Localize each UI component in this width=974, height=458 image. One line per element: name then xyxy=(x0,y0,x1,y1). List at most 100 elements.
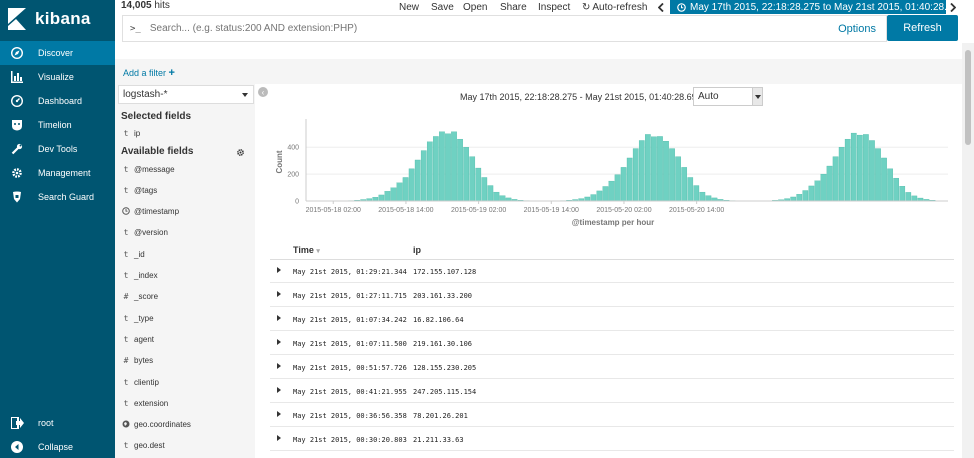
sidebar-item-collapse[interactable]: Collapse xyxy=(0,435,115,458)
expand-row-icon[interactable] xyxy=(277,339,281,345)
open-button[interactable]: Open xyxy=(463,0,487,14)
expand-row-icon[interactable] xyxy=(277,411,281,417)
field-item[interactable]: t @message xyxy=(115,159,255,179)
field-name: geo.coordinates xyxy=(134,420,191,430)
histogram-chart: 0 200 400 2015-05-18 02:00 2015-05-18 14:00 2… xyxy=(275,119,948,227)
field-type-icon: t xyxy=(123,313,129,323)
field-name: @message xyxy=(134,164,175,174)
field-item[interactable]: t _index xyxy=(115,266,255,286)
field-item[interactable]: @timestamp xyxy=(115,202,255,222)
query-box: >_ Options xyxy=(122,15,887,42)
table-row[interactable]: May 21st 2015, 00:41:21.955 247.205.115.1… xyxy=(270,379,954,403)
table-header: Time ▾ ip xyxy=(270,240,954,260)
expand-row-icon[interactable] xyxy=(277,291,281,297)
field-item[interactable]: t extension xyxy=(115,393,255,413)
expand-row-icon[interactable] xyxy=(277,387,281,393)
field-item[interactable]: t @tags xyxy=(115,180,255,200)
field-settings-button[interactable] xyxy=(236,148,245,159)
sidebar-item-dashboard[interactable]: Dashboard xyxy=(0,89,115,113)
table-row[interactable]: May 21st 2015, 00:30:20.803 21.211.33.63 xyxy=(270,427,954,451)
x-axis-label: @timestamp per hour xyxy=(572,218,654,227)
histogram-bar xyxy=(402,177,409,202)
cell-ip: 16.82.106.64 xyxy=(413,316,464,324)
table-row[interactable]: May 21st 2015, 01:29:21.344 172.155.107.1… xyxy=(270,259,954,283)
new-button[interactable]: New xyxy=(399,0,419,14)
expand-row-icon[interactable] xyxy=(277,363,281,369)
field-item[interactable]: t _type xyxy=(115,308,255,328)
field-item[interactable]: geo.coordinates xyxy=(115,415,255,435)
expand-row-icon[interactable] xyxy=(277,315,281,321)
inspect-button[interactable]: Inspect xyxy=(538,0,570,14)
y-axis-label: Count xyxy=(275,150,284,173)
expand-row-icon[interactable] xyxy=(277,435,281,441)
globe-icon xyxy=(121,420,131,430)
scrollbar-thumb[interactable] xyxy=(965,50,971,145)
sidebar-item-search-guard[interactable]: Search Guard xyxy=(0,185,115,209)
column-header-time[interactable]: Time ▾ xyxy=(293,245,320,255)
field-item[interactable]: # bytes xyxy=(115,351,255,371)
app-name: kibana xyxy=(35,9,91,28)
histogram-bar xyxy=(608,180,615,202)
field-type-icon: t xyxy=(123,441,129,451)
field-item[interactable]: t ip xyxy=(115,123,255,143)
histogram-bar xyxy=(802,190,809,202)
share-button[interactable]: Share xyxy=(500,0,527,14)
field-item[interactable]: t clientip xyxy=(115,372,255,392)
table-row[interactable]: May 21st 2015, 01:27:11.715 203.161.33.20… xyxy=(270,283,954,307)
field-item[interactable]: t geo.dest xyxy=(115,436,255,456)
histogram-bar xyxy=(584,196,591,202)
histogram-bar xyxy=(475,167,482,202)
histogram-bar xyxy=(426,141,433,202)
sidebar-item-timelion[interactable]: Timelion xyxy=(0,113,115,137)
sidebar-item-dev-tools[interactable]: Dev Tools xyxy=(0,137,115,161)
interval-select[interactable]: Auto xyxy=(693,87,763,106)
histogram-bar xyxy=(850,132,857,202)
time-back-button[interactable] xyxy=(654,0,668,14)
search-input[interactable] xyxy=(149,23,700,34)
field-item[interactable]: t @version xyxy=(115,223,255,243)
field-item[interactable]: t agent xyxy=(115,329,255,349)
sidebar-item-user[interactable]: root xyxy=(0,411,115,435)
time-picker-button[interactable]: May 17th 2015, 22:18:28.275 to May 21st … xyxy=(670,0,946,14)
column-header-ip[interactable]: ip xyxy=(413,245,421,255)
field-item[interactable]: t _id xyxy=(115,244,255,264)
table-row[interactable]: May 21st 2015, 00:51:57.726 128.155.230.2… xyxy=(270,355,954,379)
auto-refresh-button[interactable]: ↻ Auto-refresh xyxy=(582,0,647,14)
field-name: ip xyxy=(134,128,141,138)
field-name: @timestamp xyxy=(134,207,180,217)
field-item[interactable]: # _score xyxy=(115,287,255,307)
cell-ip: 203.161.33.200 xyxy=(413,292,473,300)
x-tick-label: 2015-05-20 02:00 xyxy=(596,207,651,214)
cell-ip: 128.155.230.205 xyxy=(413,364,477,372)
cell-time: May 21st 2015, 01:27:11.715 xyxy=(293,292,407,300)
sidebar-item-discover[interactable]: Discover xyxy=(0,41,115,65)
histogram-bar xyxy=(420,150,427,202)
scrollbar[interactable] xyxy=(962,43,974,458)
sidebar-item-management[interactable]: Management xyxy=(0,161,115,185)
index-pattern-select[interactable]: logstash-* xyxy=(118,85,254,104)
kibana-logo[interactable]: kibana xyxy=(0,0,115,38)
histogram-bar xyxy=(493,191,500,202)
collapse-sidebar-button[interactable]: ‹ xyxy=(258,87,268,97)
histogram-bar xyxy=(693,185,700,202)
options-button[interactable]: Options xyxy=(838,23,876,35)
table-row[interactable]: May 21st 2015, 00:36:56.358 78.201.26.201 xyxy=(270,403,954,427)
sidebar-item-visualize[interactable]: Visualize xyxy=(0,65,115,89)
histogram-bar xyxy=(869,140,875,202)
histogram-bar xyxy=(614,174,621,202)
histogram-bar xyxy=(596,190,603,202)
clock-icon xyxy=(677,2,686,12)
field-name: _id xyxy=(134,249,145,259)
histogram-bar xyxy=(463,147,469,202)
table-row[interactable]: May 21st 2015, 01:07:34.242 16.82.106.64 xyxy=(270,307,954,331)
add-filter-button[interactable]: Add a filter + xyxy=(123,67,175,79)
expand-row-icon[interactable] xyxy=(277,267,281,273)
dashboard-icon xyxy=(10,94,24,108)
field-type-icon: t xyxy=(123,128,129,138)
refresh-button[interactable]: Refresh xyxy=(887,15,958,41)
table-row[interactable]: May 21st 2015, 01:07:11.500 219.161.30.10… xyxy=(270,331,954,355)
save-button[interactable]: Save xyxy=(431,0,454,14)
time-forward-button[interactable] xyxy=(946,0,960,14)
histogram-bar xyxy=(705,195,712,202)
logout-icon xyxy=(10,416,24,430)
